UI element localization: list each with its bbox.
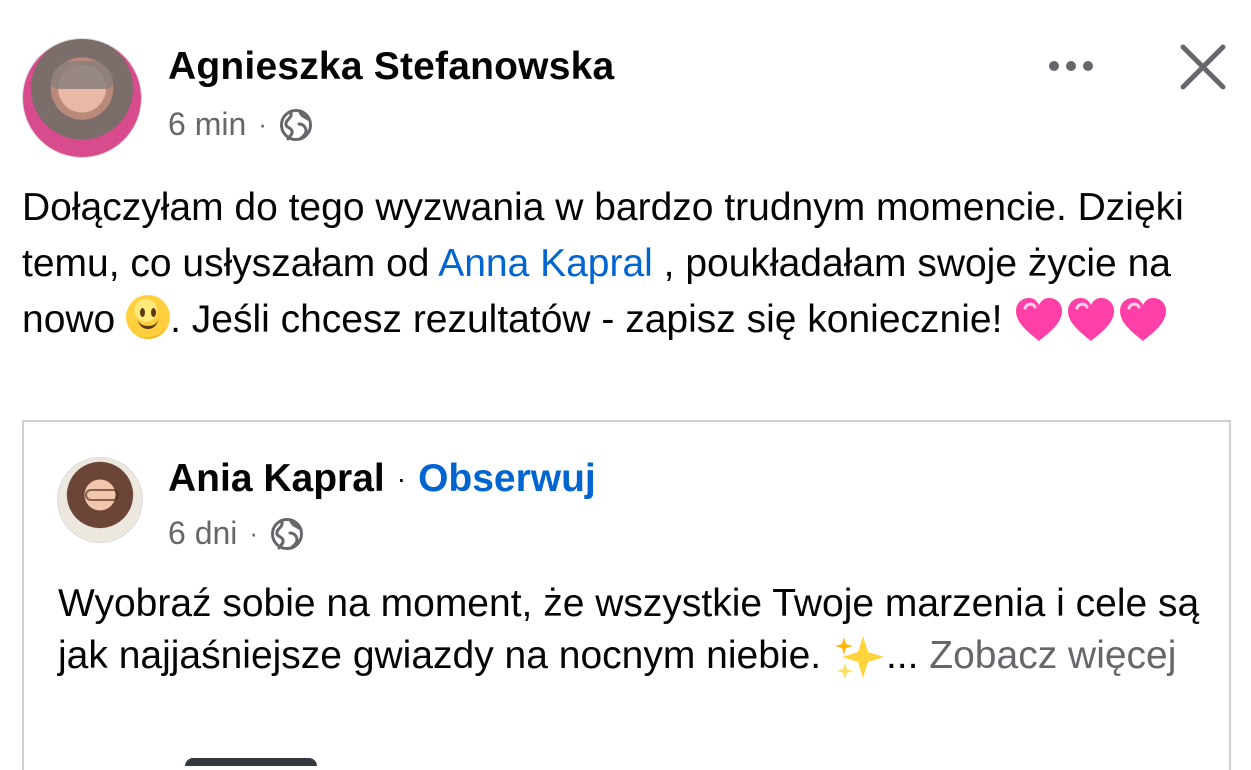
author-avatar[interactable] — [22, 38, 142, 158]
shared-meta-separator: · — [249, 518, 259, 548]
shared-post-time[interactable]: 6 dni — [168, 515, 237, 552]
pink-heart-emoji — [1120, 297, 1167, 341]
more-horizontal-icon — [1066, 61, 1076, 71]
slightly-smiling-face-emoji — [126, 294, 171, 339]
next-content-preview — [185, 758, 317, 766]
meta-separator: · — [258, 109, 267, 139]
sparkles-emoji — [834, 635, 884, 679]
globe-icon — [271, 517, 304, 550]
shared-author-avatar[interactable] — [57, 457, 143, 543]
see-more-link[interactable]: Zobacz więcej — [929, 634, 1176, 677]
post-body-text: Dołączyłam do tego wyzwania w bardzo tru… — [22, 180, 1222, 348]
more-horizontal-icon — [1049, 61, 1059, 71]
shared-post-meta: 6 dni · — [168, 515, 304, 552]
globe-icon — [279, 108, 312, 141]
post-header: Agnieszka Stefanowska 6 min · — [0, 0, 1251, 170]
more-options-button[interactable] — [1038, 46, 1104, 86]
truncation-ellipsis: ... — [885, 634, 919, 677]
mentioned-profile-link[interactable]: Anna Kapral — [438, 242, 653, 285]
post-text-part-3: . Jeśli chcesz rezultatów - zapisz się k… — [170, 298, 1014, 341]
shared-post-text: Wyobraź sobie na moment, że wszystkie Tw… — [58, 578, 1218, 682]
pink-heart-emoji — [1068, 297, 1115, 341]
post-meta: 6 min · — [168, 106, 313, 143]
follow-button[interactable]: Obserwuj — [418, 457, 596, 501]
more-horizontal-icon — [1083, 61, 1093, 71]
post-time[interactable]: 6 min — [168, 106, 246, 143]
author-name[interactable]: Agnieszka Stefanowska — [168, 45, 614, 89]
shared-header-separator: · — [396, 463, 407, 494]
shared-author-name[interactable]: Ania Kapral — [168, 457, 385, 501]
pink-heart-emoji — [1016, 297, 1063, 341]
shared-post-header: Ania Kapral · Obserwuj — [168, 457, 596, 501]
close-icon[interactable] — [1174, 38, 1232, 96]
